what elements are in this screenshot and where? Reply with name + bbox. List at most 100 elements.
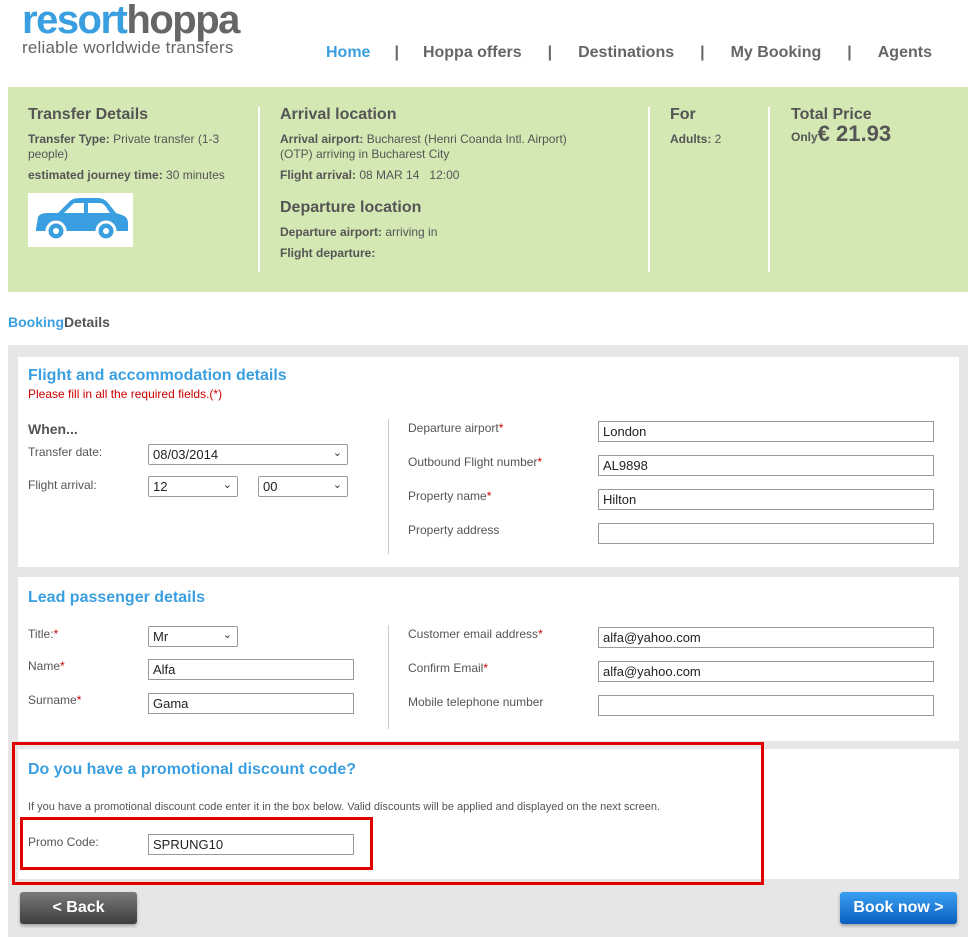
journey-time: estimated journey time: 30 minutes	[28, 168, 248, 183]
required-note: Please fill in all the required fields.(…	[28, 387, 223, 401]
surname-label: Surname*	[28, 693, 81, 707]
price-value: € 21.93	[817, 121, 892, 146]
required-star: *	[486, 489, 492, 503]
when-heading: When...	[28, 421, 78, 437]
chevron-down-icon: ⌄	[332, 447, 342, 459]
name-input[interactable]: Alfa	[148, 659, 354, 680]
nav-separator: |	[547, 44, 553, 61]
nav-hoppa-offers[interactable]: Hoppa offers	[423, 44, 522, 62]
departure-airport-label: Departure airport*	[408, 421, 503, 435]
outbound-flight-label: Outbound Flight number*	[408, 455, 542, 469]
main-nav: Home | Hoppa offers | Destinations | My …	[326, 44, 932, 62]
flight-arrival-value: 08 MAR 14 12:00	[359, 168, 460, 182]
property-name-input[interactable]: Hilton	[598, 489, 934, 510]
transfer-date-select[interactable]: 08/03/2014 ⌄	[148, 444, 348, 465]
property-address-label: Property address	[408, 523, 500, 537]
nav-destinations[interactable]: Destinations	[578, 44, 674, 62]
departure-location-title: Departure location	[280, 199, 422, 216]
car-icon	[28, 193, 133, 247]
arrival-airport: Arrival airport: Bucharest (Henri Coanda…	[280, 132, 580, 162]
required-star: *	[538, 627, 543, 641]
adults-label: Adults:	[670, 132, 712, 146]
title-select[interactable]: Mr ⌄	[148, 626, 238, 647]
property-address-input[interactable]	[598, 523, 934, 544]
book-now-button[interactable]: Book now >	[840, 892, 957, 924]
arrival-minute-select[interactable]: 00 ⌄	[258, 476, 348, 497]
departure-airport-label: Departure airport:	[280, 225, 383, 239]
email-label: Customer email address*	[408, 627, 543, 641]
chevron-down-icon: ⌄	[222, 479, 232, 491]
outbound-flight-label-text: Outbound Flight number	[408, 455, 538, 469]
departure-airport-input[interactable]: London	[598, 421, 934, 442]
required-star: *	[53, 627, 59, 641]
property-name-label-text: Property name	[408, 489, 487, 503]
departure-airport: Departure airport: arriving in	[280, 225, 580, 240]
transfer-date-label: Transfer date:	[28, 445, 103, 459]
email-input[interactable]: alfa@yahoo.com	[598, 627, 934, 648]
journey-time-value: 30 minutes	[166, 168, 225, 182]
column-divider	[388, 625, 389, 729]
passengers: For Adults: 2	[670, 107, 750, 147]
flight-departure: Flight departure:	[280, 246, 580, 261]
title-label: Title:*	[28, 627, 58, 641]
surname-label-text: Surname	[28, 693, 77, 707]
arrival-airport-label: Arrival airport:	[280, 132, 364, 146]
transfer-type: Transfer Type: Private transfer (1-3 peo…	[28, 132, 248, 162]
required-star: *	[483, 661, 489, 675]
arrival-minute-value: 00	[263, 479, 278, 494]
total-price: Total Price Only€ 21.93	[791, 107, 951, 145]
flight-panel-title: Flight and accommodation details	[28, 367, 287, 384]
arrival-location-title: Arrival location	[280, 106, 397, 123]
column-divider	[388, 419, 389, 554]
property-name-label: Property name*	[408, 489, 491, 503]
chevron-down-icon: ⌄	[222, 629, 232, 641]
breadcrumb-details: Details	[64, 314, 110, 330]
nav-agents[interactable]: Agents	[878, 44, 932, 62]
adults: Adults: 2	[670, 132, 750, 147]
nav-my-booking[interactable]: My Booking	[731, 44, 822, 62]
required-star: *	[498, 421, 504, 435]
mobile-input[interactable]	[598, 695, 934, 716]
confirm-email-input[interactable]: alfa@yahoo.com	[598, 661, 934, 682]
flight-arrival: Flight arrival: 08 MAR 14 12:00	[280, 168, 580, 183]
chevron-down-icon: ⌄	[332, 479, 342, 491]
summary-divider	[768, 107, 770, 272]
logo-part-resort: resort	[22, 0, 128, 42]
departure-airport-label-text: Departure airport	[408, 421, 499, 435]
back-button[interactable]: < Back	[20, 892, 137, 924]
title-select-value: Mr	[153, 629, 169, 644]
passengers-title: For	[670, 106, 696, 123]
price-line: Only€ 21.93	[791, 123, 951, 145]
required-star: *	[60, 659, 65, 673]
name-label-text: Name	[28, 659, 61, 673]
title-label-text: Title:	[28, 627, 54, 641]
arrival-hour-value: 12	[153, 479, 168, 494]
booking-summary: Transfer Details Transfer Type: Private …	[8, 87, 968, 292]
departure-airport-value: arriving in	[385, 225, 438, 239]
lead-passenger-panel: Lead passenger details Title:* Mr ⌄ Name*…	[18, 577, 959, 741]
flight-accommodation-panel: Flight and accommodation details Please …	[18, 357, 959, 567]
nav-separator: |	[394, 44, 399, 61]
nav-home[interactable]: Home	[326, 44, 370, 62]
logo-wordmark: resorthoppa	[22, 0, 240, 42]
required-star: *	[76, 693, 82, 707]
flight-departure-label: Flight departure:	[280, 246, 376, 260]
flight-arrival-label: Flight arrival:	[28, 478, 97, 492]
flight-arrival-label: Flight arrival:	[280, 168, 357, 182]
summary-divider	[648, 107, 650, 272]
outbound-flight-input[interactable]: AL9898	[598, 455, 934, 476]
summary-divider	[258, 107, 260, 272]
name-label: Name*	[28, 659, 65, 673]
logo-part-hoppa: hoppa	[126, 0, 240, 42]
breadcrumb-booking: Booking	[8, 314, 64, 330]
logo[interactable]: resorthoppa reliable worldwide transfers	[22, 0, 240, 58]
transfer-type-label: Transfer Type:	[28, 132, 110, 146]
confirm-email-label: Confirm Email*	[408, 661, 488, 675]
arrival-location: Arrival location Arrival airport: Buchar…	[280, 107, 580, 261]
required-star: *	[537, 455, 543, 469]
arrival-hour-select[interactable]: 12 ⌄	[148, 476, 238, 497]
lead-panel-title: Lead passenger details	[28, 589, 205, 606]
total-price-title: Total Price	[791, 106, 872, 123]
surname-input[interactable]: Gama	[148, 693, 354, 714]
email-label-text: Customer email address	[408, 627, 539, 641]
